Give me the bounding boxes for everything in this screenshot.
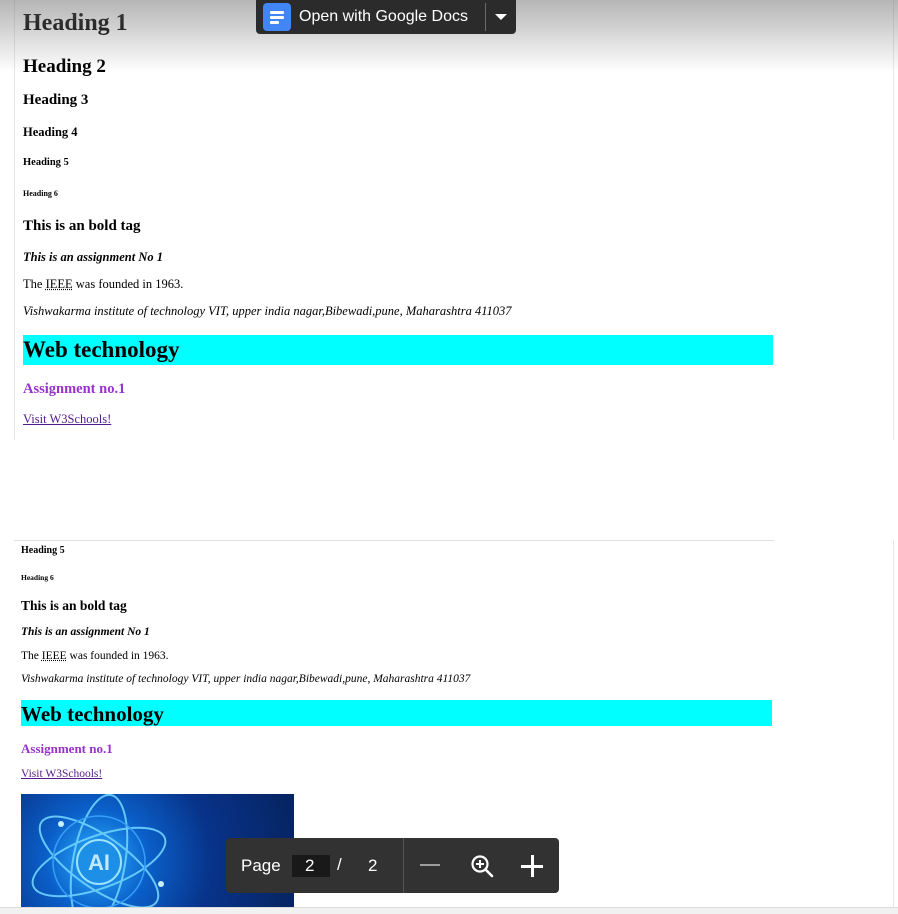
ieee-paragraph: The IEEE was founded in 1963. bbox=[21, 650, 169, 662]
ieee-text-before: The bbox=[21, 650, 42, 662]
page-gap bbox=[0, 440, 898, 540]
heading-6: Heading 6 bbox=[23, 189, 58, 198]
zoom-in-icon[interactable] bbox=[470, 854, 494, 878]
heading-3: Heading 3 bbox=[23, 92, 89, 108]
toolbar-divider bbox=[403, 838, 404, 893]
assignment-heading: Assignment no.1 bbox=[21, 741, 113, 756]
assignment-heading: Assignment no.1 bbox=[23, 381, 126, 397]
bold-italic-text: This is an assignment No 1 bbox=[23, 250, 163, 264]
current-page-value: 2 bbox=[305, 856, 315, 875]
heading-2: Heading 2 bbox=[23, 56, 106, 77]
banner-title: Web technology bbox=[23, 337, 180, 362]
page-number-input[interactable]: 2 bbox=[292, 855, 330, 877]
web-technology-banner: Web technology bbox=[21, 700, 772, 726]
bold-text: This is an bold tag bbox=[21, 598, 127, 613]
plus-icon[interactable] bbox=[521, 855, 543, 877]
bold-text: This is an bold tag bbox=[23, 218, 141, 234]
heading-5: Heading 5 bbox=[21, 545, 65, 556]
google-docs-icon[interactable] bbox=[263, 3, 291, 31]
minus-icon[interactable] bbox=[420, 864, 440, 866]
heading-6: Heading 6 bbox=[21, 573, 54, 582]
open-with-google-docs-bar: Open with Google Docs bbox=[256, 0, 516, 34]
open-with-google-docs-button[interactable]: Open with Google Docs bbox=[299, 8, 485, 26]
heading-1: Heading 1 bbox=[23, 10, 128, 36]
ieee-abbreviation[interactable]: IEEE bbox=[46, 277, 73, 291]
ieee-text-after: was founded in 1963. bbox=[72, 277, 184, 291]
bold-italic-text: This is an assignment No 1 bbox=[21, 626, 150, 638]
pdf-page-1: Heading 1 Heading 2 Heading 3 Heading 4 … bbox=[14, 0, 775, 440]
ieee-paragraph: The IEEE was founded in 1963. bbox=[23, 277, 183, 292]
page-separator: / bbox=[337, 855, 342, 874]
pdf-page-toolbar: Page 2 / 2 bbox=[226, 838, 559, 893]
caret-down-icon[interactable] bbox=[486, 0, 516, 34]
total-pages: 2 bbox=[368, 856, 378, 875]
ai-image-text: AI bbox=[88, 850, 110, 875]
address-text: Vishwakarma institute of technology VIT,… bbox=[21, 673, 471, 685]
heading-4: Heading 4 bbox=[23, 125, 78, 139]
heading-5: Heading 5 bbox=[23, 157, 69, 168]
ieee-text-after: was founded in 1963. bbox=[66, 650, 169, 662]
address-text: Vishwakarma institute of technology VIT,… bbox=[23, 304, 512, 318]
ieee-abbreviation[interactable]: IEEE bbox=[42, 650, 67, 662]
w3schools-link[interactable]: Visit W3Schools! bbox=[23, 412, 111, 427]
w3schools-link[interactable]: Visit W3Schools! bbox=[21, 768, 102, 780]
page-label: Page bbox=[241, 856, 281, 875]
banner-title: Web technology bbox=[21, 702, 164, 726]
ieee-text-before: The bbox=[23, 277, 46, 291]
web-technology-banner: Web technology bbox=[23, 335, 773, 365]
